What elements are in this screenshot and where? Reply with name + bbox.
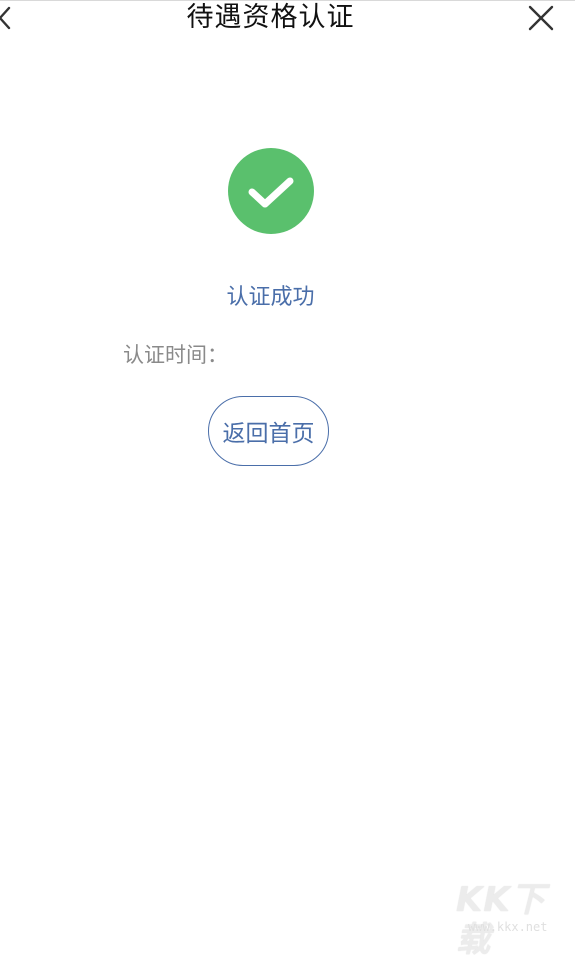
return-home-button[interactable]: 返回首页 (208, 396, 329, 466)
watermark: KK下载 www.kkx.net (456, 880, 572, 960)
auth-status-text: 认证成功 (226, 285, 315, 310)
auth-time-row: 认证时间： (123, 340, 228, 370)
page-title: 待遇资格认证 (186, 2, 355, 33)
watermark-url: www.kkx.net (468, 920, 548, 934)
check-circle-icon (228, 148, 314, 234)
nav-header: 待遇资格认证 (0, 0, 575, 40)
auth-time-label: 认证时间： (123, 343, 228, 367)
close-icon[interactable] (527, 4, 555, 32)
